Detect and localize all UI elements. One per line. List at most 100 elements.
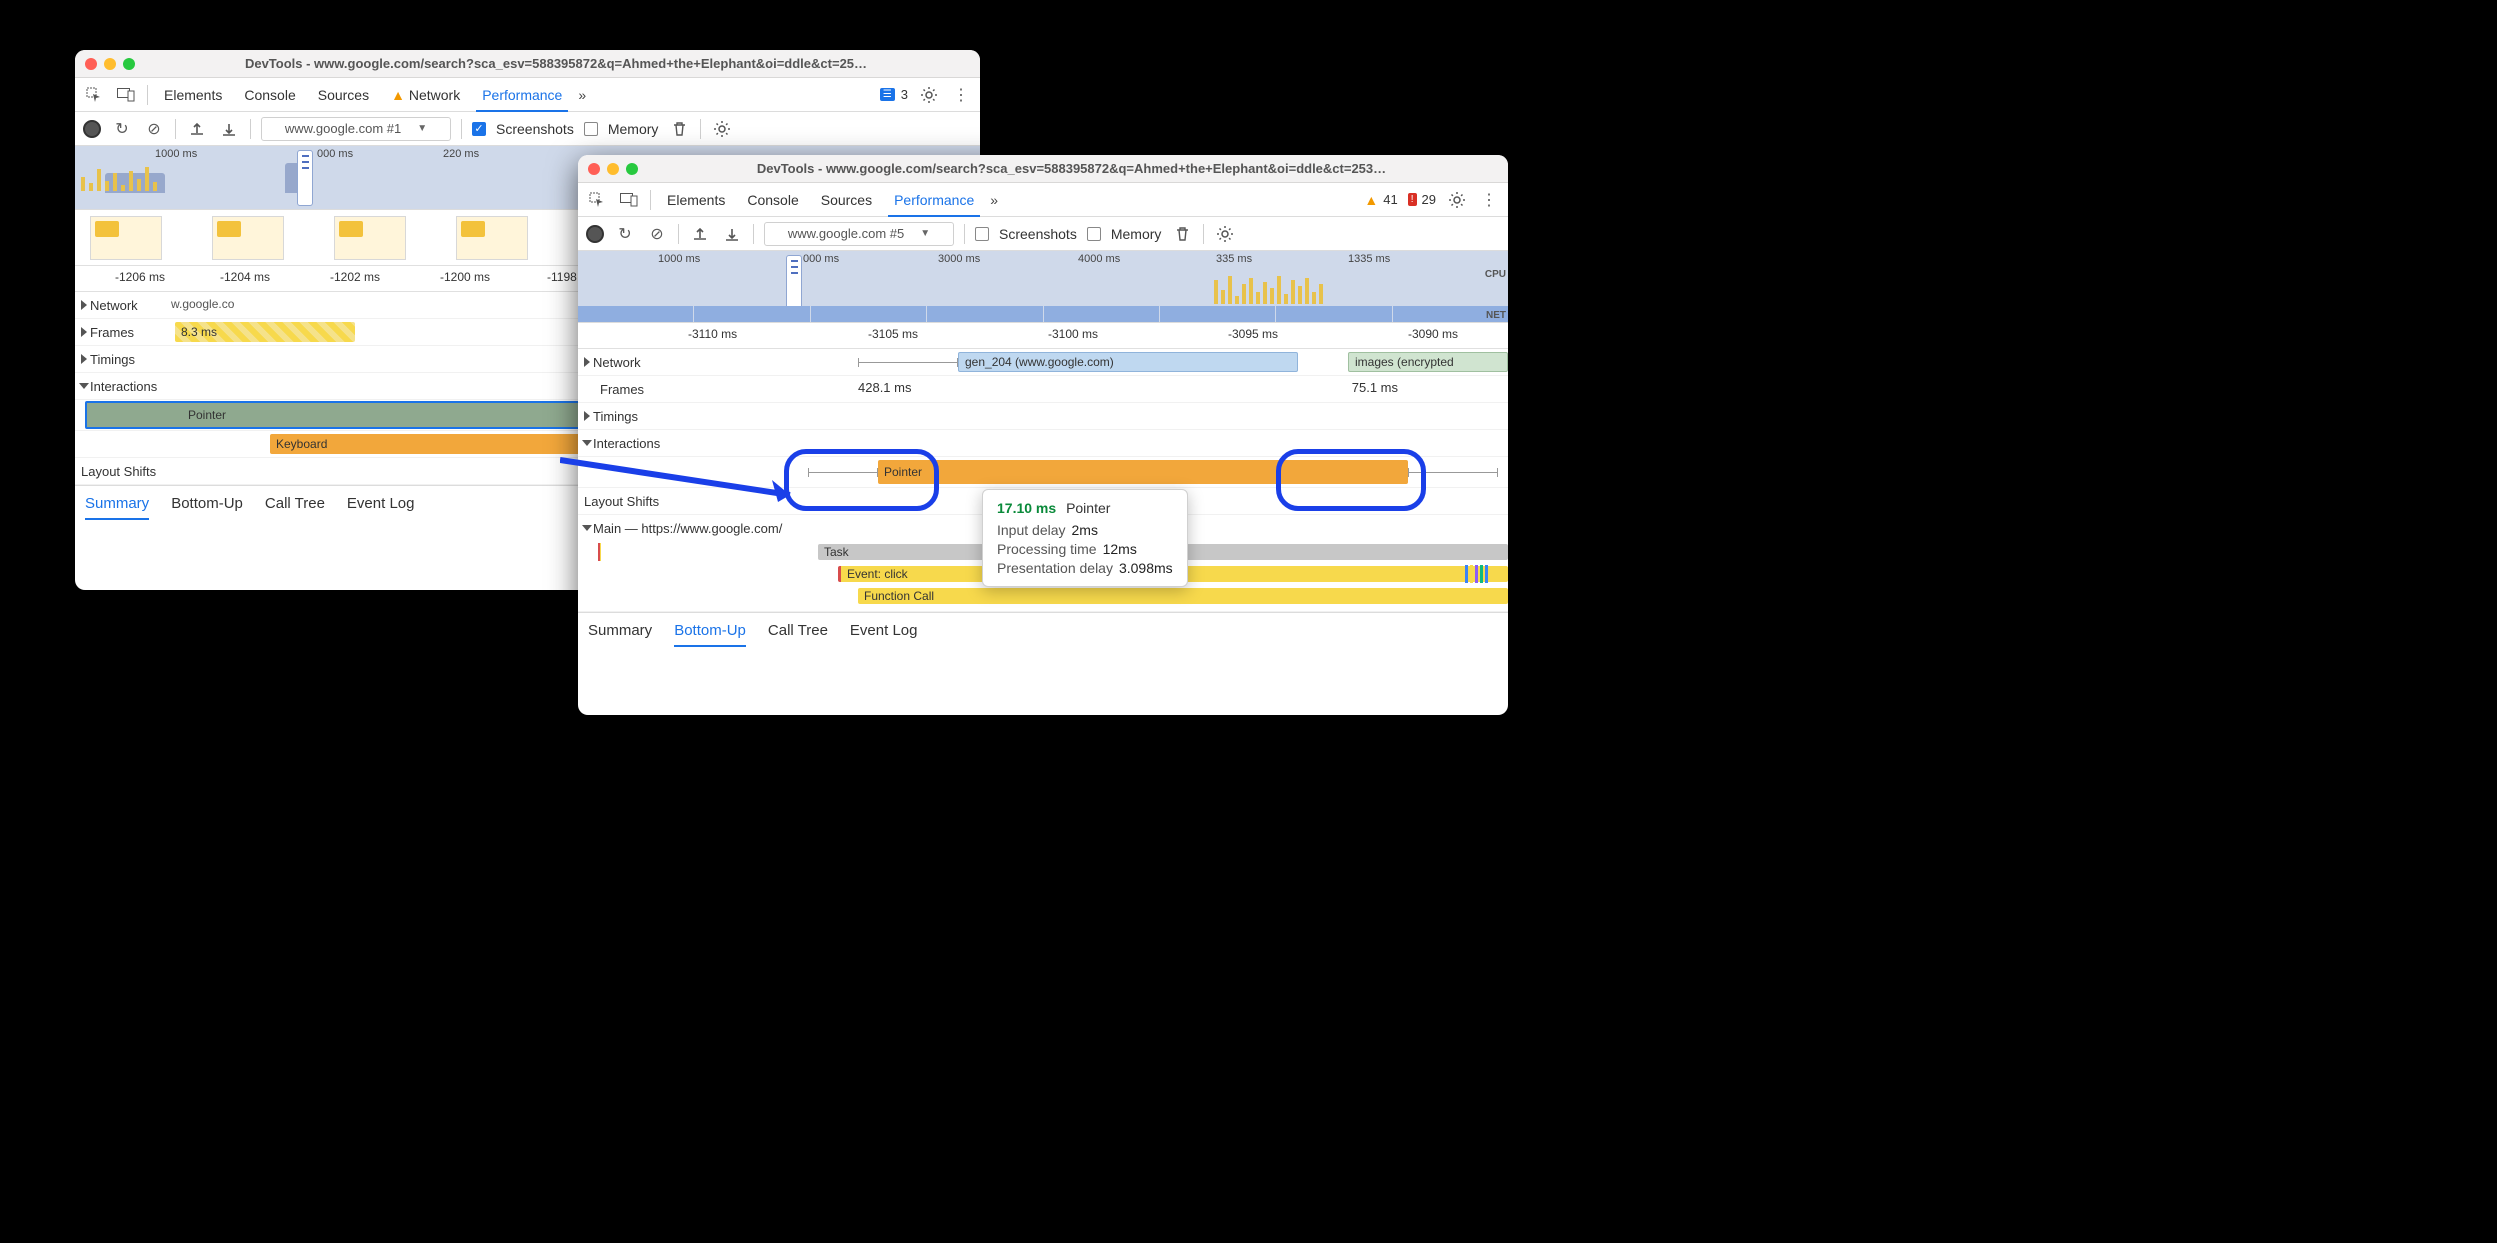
gear-icon[interactable] (918, 84, 940, 106)
track-label-text: Interactions (90, 379, 157, 394)
track-frames[interactable]: Frames 428.1 ms 75.1 ms (578, 376, 1508, 403)
issues-badge[interactable]: ☰ 3 (880, 87, 908, 102)
screenshots-label: Screenshots (999, 226, 1077, 242)
bottom-tab-bottomup[interactable]: Bottom-Up (674, 622, 746, 639)
track-interactions[interactable]: Interactions (578, 430, 1508, 457)
upload-icon[interactable] (689, 223, 711, 245)
filmstrip-thumb[interactable] (212, 216, 284, 260)
bottom-tab-calltree[interactable]: Call Tree (265, 495, 325, 512)
gear-icon[interactable] (1446, 189, 1468, 211)
warnings-badge[interactable]: ▲41 (1364, 192, 1397, 208)
timeline-overview[interactable]: 1000 ms 000 ms 3000 ms 4000 ms 335 ms 13… (578, 251, 1508, 323)
more-tabs-icon[interactable]: » (578, 87, 586, 103)
tab-network[interactable]: ▲ Network (385, 78, 466, 111)
main-tabs-row: Elements Console Sources ▲ Network Perfo… (75, 78, 980, 112)
screenshots-checkbox[interactable]: ✓ (472, 122, 486, 136)
frame-duration: 8.3 ms (181, 325, 217, 339)
overview-handle[interactable] (786, 255, 802, 311)
gear-icon[interactable] (711, 118, 733, 140)
chevron-down-icon: ▼ (920, 228, 930, 239)
trash-icon[interactable] (668, 118, 690, 140)
bottom-tab-eventlog[interactable]: Event Log (850, 622, 918, 639)
filmstrip-thumb[interactable] (456, 216, 528, 260)
trash-icon[interactable] (1171, 223, 1193, 245)
pointer-bar[interactable]: Pointer (878, 460, 1408, 484)
network-bar[interactable]: gen_204 (www.google.com) (958, 352, 1298, 372)
chevron-down-icon: ▼ (417, 123, 427, 134)
recording-dropdown[interactable]: www.google.com #5 ▼ (764, 222, 954, 246)
maximize-icon[interactable] (123, 58, 135, 70)
gear-icon[interactable] (1214, 223, 1236, 245)
interaction-tooltip: 17.10 ms Pointer Input delay2ms Processi… (982, 489, 1188, 587)
maximize-icon[interactable] (626, 163, 638, 175)
memory-checkbox[interactable] (1087, 227, 1101, 241)
overview-tick: 1000 ms (155, 148, 197, 160)
frame-bar[interactable]: 8.3 ms (175, 322, 355, 342)
memory-label: Memory (1111, 226, 1162, 242)
bottom-tab-eventlog[interactable]: Event Log (347, 495, 415, 512)
tooltip-value: 3.098ms (1119, 560, 1173, 576)
tab-console[interactable]: Console (741, 183, 804, 216)
kebab-icon[interactable]: ⋮ (950, 84, 972, 106)
pointer-bar-selected[interactable]: Pointer (85, 401, 660, 429)
memory-label: Memory (608, 121, 659, 137)
bottom-tab-calltree[interactable]: Call Tree (768, 622, 828, 639)
inspect-icon[interactable] (586, 189, 608, 211)
tab-performance[interactable]: Performance (888, 183, 980, 216)
more-tabs-icon[interactable]: » (990, 192, 998, 208)
close-icon[interactable] (85, 58, 97, 70)
track-timings[interactable]: Timings (578, 403, 1508, 430)
frame-duration: 75.1 ms (1352, 380, 1398, 395)
collapse-icon (582, 440, 592, 446)
bottom-tab-summary[interactable]: Summary (588, 622, 652, 639)
memory-checkbox[interactable] (584, 122, 598, 136)
device-toggle-icon[interactable] (115, 84, 137, 106)
filmstrip-thumb[interactable] (90, 216, 162, 260)
inspect-icon[interactable] (83, 84, 105, 106)
time-ruler[interactable]: -3110 ms -3105 ms -3100 ms -3095 ms -309… (578, 323, 1508, 349)
overview-tick: 000 ms (317, 148, 353, 160)
function-call-label: Function Call (864, 589, 934, 603)
bottom-tab-bottomup[interactable]: Bottom-Up (171, 495, 243, 512)
minimize-icon[interactable] (607, 163, 619, 175)
keyboard-label: Keyboard (276, 437, 327, 451)
track-network[interactable]: Network gen_204 (www.google.com) images … (578, 349, 1508, 376)
expand-icon (81, 327, 87, 337)
reload-icon[interactable]: ↻ (614, 223, 636, 245)
record-button[interactable] (83, 120, 101, 138)
tab-elements[interactable]: Elements (661, 183, 731, 216)
issues-icon: ☰ (880, 88, 895, 101)
filmstrip-thumb[interactable] (334, 216, 406, 260)
network-bar[interactable]: images (encrypted (1348, 352, 1508, 372)
reload-icon[interactable]: ↻ (111, 118, 133, 140)
errors-badge[interactable]: !29 (1408, 192, 1436, 207)
task-label: Task (824, 545, 849, 559)
network-bar-label: images (encrypted (1355, 355, 1454, 369)
dropdown-value: www.google.com #5 (788, 226, 904, 241)
tab-sources[interactable]: Sources (312, 78, 375, 111)
clear-icon[interactable]: ⊘ (646, 223, 668, 245)
tab-console[interactable]: Console (238, 78, 301, 111)
close-icon[interactable] (588, 163, 600, 175)
kebab-icon[interactable]: ⋮ (1478, 189, 1500, 211)
upload-icon[interactable] (186, 118, 208, 140)
record-button[interactable] (586, 225, 604, 243)
overview-tick: 335 ms (1216, 253, 1252, 265)
tab-performance[interactable]: Performance (476, 78, 568, 111)
recording-dropdown[interactable]: www.google.com #1 ▼ (261, 117, 451, 141)
function-call-bar[interactable]: Function Call (858, 588, 1508, 604)
download-icon[interactable] (721, 223, 743, 245)
overview-tick: 3000 ms (938, 253, 980, 265)
bottom-tab-summary[interactable]: Summary (85, 495, 149, 512)
network-item-label: w.google.co (171, 297, 234, 311)
titlebar[interactable]: DevTools - www.google.com/search?sca_esv… (578, 155, 1508, 183)
screenshots-checkbox[interactable] (975, 227, 989, 241)
ruler-tick: -1206 ms (115, 270, 165, 284)
titlebar[interactable]: DevTools - www.google.com/search?sca_esv… (75, 50, 980, 78)
tab-elements[interactable]: Elements (158, 78, 228, 111)
clear-icon[interactable]: ⊘ (143, 118, 165, 140)
download-icon[interactable] (218, 118, 240, 140)
tab-sources[interactable]: Sources (815, 183, 878, 216)
minimize-icon[interactable] (104, 58, 116, 70)
device-toggle-icon[interactable] (618, 189, 640, 211)
